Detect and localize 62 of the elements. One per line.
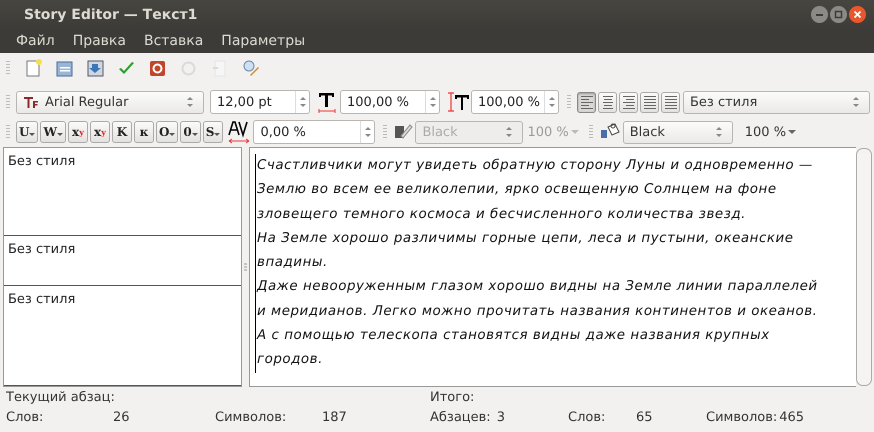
text-width-icon bbox=[316, 90, 338, 114]
fill-shade-dropdown[interactable]: 100 % bbox=[744, 124, 796, 140]
text-format-button[interactable]: S bbox=[202, 121, 224, 143]
new-document-icon[interactable] bbox=[24, 58, 43, 78]
splitter-handle-icon[interactable] bbox=[244, 263, 247, 271]
align-right-button[interactable] bbox=[619, 92, 638, 112]
minimize-icon[interactable] bbox=[811, 6, 828, 23]
menu-item[interactable]: Вставка bbox=[136, 33, 212, 49]
paragraph-style-cell[interactable]: Без стиля bbox=[4, 286, 241, 386]
text-format-button[interactable]: 0 bbox=[180, 121, 201, 143]
font-size-field[interactable]: 12,00 pt bbox=[210, 90, 310, 114]
status-value: 465 bbox=[779, 410, 804, 427]
close-icon[interactable] bbox=[849, 6, 866, 23]
menu-item[interactable]: Правка bbox=[64, 33, 134, 49]
text-line: Счастливчики могут увидеть обратную сторону Луны и одновременно — bbox=[257, 157, 814, 175]
text-format-button[interactable]: U bbox=[16, 121, 38, 143]
text-line: зловещего темного космоса и бесчисленного количества звезд. bbox=[257, 206, 747, 224]
scrollbar[interactable] bbox=[856, 148, 872, 386]
text-format-button[interactable]: K bbox=[112, 121, 132, 143]
status-label: Символов: bbox=[706, 410, 778, 427]
font-family-dropdown[interactable]: Arial Regular bbox=[16, 90, 204, 114]
document-icon[interactable] bbox=[55, 58, 74, 78]
align-left-button[interactable] bbox=[577, 92, 596, 112]
text-line: На Земле хорошо различимы горные цепи, леса и пустыни, океанские bbox=[257, 230, 795, 248]
text-format-button[interactable]: W bbox=[40, 121, 66, 143]
status-label: Слов: bbox=[568, 410, 606, 427]
save-icon[interactable] bbox=[86, 58, 105, 78]
status-heading: Текущий абзац: bbox=[6, 390, 116, 407]
text-format-button[interactable]: O bbox=[156, 121, 178, 143]
font-icon bbox=[23, 95, 39, 109]
status-label: Абзацев: bbox=[430, 410, 491, 427]
height-scale-field[interactable]: 100,00 % bbox=[471, 90, 559, 114]
window-title: Story Editor — Текст1 bbox=[24, 6, 198, 22]
align-justify-button[interactable] bbox=[640, 92, 659, 112]
paragraph-style-dropdown[interactable]: Без стиля bbox=[683, 90, 870, 114]
text-line: городов. bbox=[257, 351, 324, 370]
text-format-button[interactable]: к bbox=[134, 121, 154, 143]
menu-item[interactable]: Файл bbox=[8, 33, 63, 49]
status-heading: Итого: bbox=[430, 390, 476, 407]
align-center-button[interactable] bbox=[598, 92, 617, 112]
status-label: Слов: bbox=[6, 410, 44, 427]
text-line: Землю во всем ее великолепии, ярко освещенную Солнцем на фоне bbox=[257, 181, 778, 200]
text-height-icon bbox=[446, 90, 470, 114]
power-icon[interactable] bbox=[148, 58, 167, 78]
status-value: 187 bbox=[322, 410, 348, 427]
text-line: Даже невооруженным глазом хорошо видны на Земле линии параллелей bbox=[257, 278, 819, 296]
text-line: А с помощью телескопа становятся видны даже названия крупных bbox=[257, 327, 771, 346]
paragraph-style-cell[interactable]: Без стиля bbox=[4, 236, 241, 286]
status-label: Символов: bbox=[215, 410, 288, 427]
width-scale-field[interactable]: 100,00 % bbox=[340, 90, 440, 114]
status-value: 3 bbox=[496, 410, 505, 427]
text-editor[interactable] bbox=[249, 147, 856, 387]
align-forced-button[interactable] bbox=[661, 92, 680, 112]
text-line: впадины. bbox=[257, 254, 329, 272]
paragraph-style-cell[interactable]: Без стиля bbox=[4, 148, 241, 236]
menu-item[interactable]: Параметры bbox=[213, 33, 314, 49]
tracking-icon bbox=[227, 119, 252, 145]
text-line: и меридианов. Легко можно прочитать названия континентов и океанов. bbox=[257, 302, 818, 321]
fill-color-dropdown[interactable]: Black bbox=[622, 120, 733, 144]
status-value: 26 bbox=[113, 410, 131, 427]
status-value: 65 bbox=[636, 410, 654, 427]
tracking-field[interactable]: 0,00 % bbox=[253, 120, 376, 144]
